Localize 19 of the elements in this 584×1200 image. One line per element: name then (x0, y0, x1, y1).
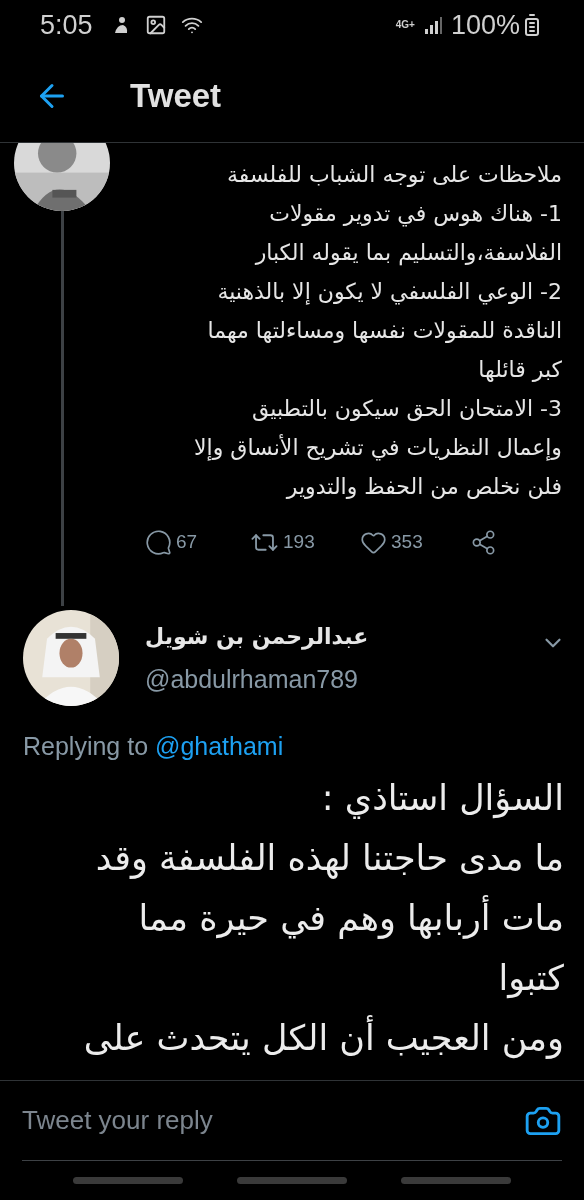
network-label: 4G+ (395, 20, 415, 30)
author-handle: @abdulrhaman789 (145, 664, 359, 695)
image-icon (144, 14, 167, 36)
tweet-text: ملاحظات على توجه الشباب للفلسفة 1- هناك هوس في تدوير مقولات الفلاسفة،والتسليم بما يقوله الكبار 2- الوعي الفلسفي لا يكون إلا بالذهنية الناقدة للمقولات نفسها ومساءلتها مهما كبر قائلها 3- الامتحان الحق سيكون بالتطبيق وإعمال النظريات في تشريح الأنساق وإلا فلن نخلص من الحفظ والتدوير (193, 161, 562, 501)
reply-button[interactable]: 67 (145, 528, 250, 557)
signal-icon (422, 15, 443, 35)
replying-to-text: Replying to @ghathami (23, 731, 285, 762)
speech-bubble-icon (145, 529, 172, 556)
reply-input[interactable]: Tweet your reply (22, 1101, 524, 1140)
share-button[interactable] (470, 529, 497, 556)
reply-text: السؤال استاذي : ما مدى حاجتنا لهذه الفلسفة وقد مات أربابها وهم في حيرة مما كتبوا ومن العجيب أن الكل يتحدث على (82, 776, 565, 1061)
retweet-button[interactable]: 193 (250, 528, 360, 557)
share-icon (470, 529, 497, 556)
like-button[interactable]: 353 (360, 528, 470, 557)
battery-label: 100% (450, 8, 520, 42)
page-title: Tweet (130, 76, 222, 117)
author-name: عبدالرحمن بن شويل (145, 623, 369, 652)
status-time: 5:05 (40, 8, 93, 42)
mention-link[interactable]: @ghathami (155, 732, 284, 760)
